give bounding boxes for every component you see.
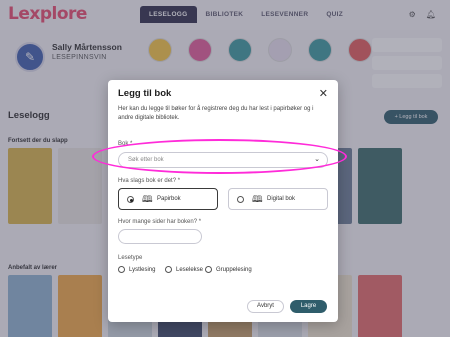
radio[interactable] [118,266,125,273]
radio[interactable] [165,266,172,273]
reading-type-option[interactable]: Leselekse [165,266,203,273]
paper-book-option[interactable]: 🕮 Papirbok [118,188,218,210]
paper-book-label: Papirbok [157,196,181,202]
digital-book-option[interactable]: 🕮 Digital bok [228,188,328,210]
add-book-dialog: Legg til bok ✕ Her kan du legge til bøke… [108,80,338,322]
book-icon: 🕮 [142,194,153,204]
reading-type-text: Leselekse [176,266,204,273]
cancel-button[interactable]: Avbryt [247,300,284,313]
dialog-title: Legg til bok [118,88,172,99]
digital-book-radio[interactable] [237,196,244,203]
highlight-ellipse [92,139,347,174]
reading-type-label: Lesetype [118,255,143,261]
radio[interactable] [205,266,212,273]
save-button[interactable]: Lagre [290,300,327,313]
dialog-description: Her kan du legge til bøker for å registr… [118,106,314,121]
reading-type-option[interactable]: Lystlesing [118,266,155,273]
reading-type-option[interactable]: Gruppelesing [205,266,252,273]
pages-label: Hvor mange sider har boken? * [118,219,202,225]
reading-type-text: Lystlesing [129,266,156,273]
paper-book-radio[interactable] [127,196,134,203]
book-icon: 🕮 [252,194,263,204]
reading-type-text: Gruppelesing [216,266,252,273]
pages-input[interactable] [118,229,202,244]
book-kind-label: Hva slags bok er det? * [118,178,181,184]
close-icon[interactable]: ✕ [319,87,328,100]
digital-book-label: Digital bok [267,196,296,202]
